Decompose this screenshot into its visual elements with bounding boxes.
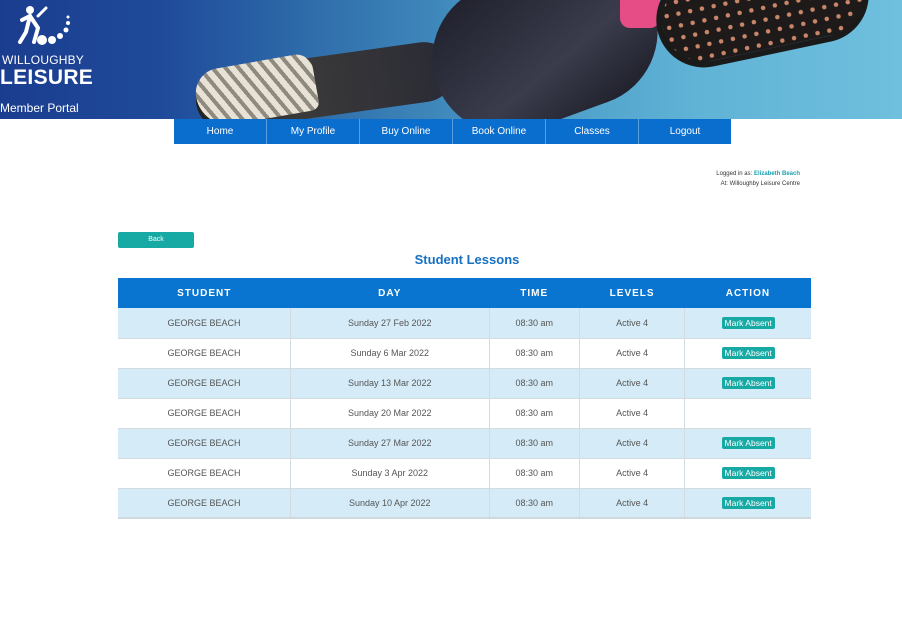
login-info: Logged in as: Elizabeth Beach At: Willou… — [716, 169, 800, 189]
mark-absent-button[interactable]: Mark Absent — [721, 467, 775, 479]
cell-day: Sunday 10 Apr 2022 — [290, 488, 490, 519]
nav-book-online[interactable]: Book Online — [453, 119, 546, 144]
mark-absent-button[interactable]: Mark Absent — [721, 316, 775, 329]
cell-student: GEORGE BEACH — [118, 368, 292, 399]
cell-level: Active 4 — [579, 458, 686, 489]
lessons-table: STUDENT DAY TIME LEVELS ACTION GEORGE BE… — [118, 278, 811, 519]
table-row: GEORGE BEACH Sunday 10 Apr 2022 08:30 am… — [118, 488, 811, 519]
brand-top-text: WILLOUGHBY — [2, 53, 85, 67]
login-location: At: Willoughby Leisure Centre — [720, 181, 800, 187]
header-banner: WILLOUGHBY LEISURE Member Portal — [0, 0, 902, 119]
nav-buy-online[interactable]: Buy Online — [360, 119, 453, 144]
cell-time: 08:30 am — [489, 488, 580, 519]
table-row: GEORGE BEACH Sunday 3 Apr 2022 08:30 am … — [118, 458, 811, 489]
column-header-time: TIME — [489, 278, 580, 308]
table-row: GEORGE BEACH Sunday 13 Mar 2022 08:30 am… — [118, 368, 811, 399]
cell-action: Mark Absent — [684, 458, 811, 489]
table-row: GEORGE BEACH Sunday 27 Feb 2022 08:30 am… — [118, 308, 811, 339]
cell-action: Mark Absent — [684, 308, 811, 339]
column-header-levels: LEVELS — [579, 278, 685, 308]
cell-action: Mark Absent — [684, 428, 811, 459]
nav-my-profile[interactable]: My Profile — [267, 119, 360, 144]
willoughby-leisure-logo[interactable]: WILLOUGHBY LEISURE Member Portal — [0, 0, 94, 119]
cell-time: 08:30 am — [489, 398, 580, 429]
cell-student: GEORGE BEACH — [118, 398, 292, 429]
cell-day: Sunday 3 Apr 2022 — [290, 458, 490, 489]
column-header-student: STUDENT — [118, 278, 291, 308]
table-header-row: STUDENT DAY TIME LEVELS ACTION — [118, 278, 811, 308]
cell-level: Active 4 — [579, 428, 686, 459]
cell-student: GEORGE BEACH — [118, 458, 292, 489]
cell-action: Mark Absent — [684, 338, 811, 369]
mark-absent-button[interactable]: Mark Absent — [721, 437, 775, 449]
cell-level: Active 4 — [579, 398, 686, 429]
nav-logout[interactable]: Logout — [639, 119, 731, 144]
main-nav: Home My Profile Buy Online Book Online C… — [174, 119, 731, 144]
cell-day: Sunday 27 Feb 2022 — [290, 308, 490, 339]
cell-level: Active 4 — [579, 488, 686, 519]
mark-absent-button[interactable]: Mark Absent — [721, 377, 775, 389]
cell-action: Mark Absent — [684, 488, 811, 519]
nav-home[interactable]: Home — [174, 119, 267, 144]
mark-absent-button[interactable]: Mark Absent — [721, 496, 775, 509]
table-row: GEORGE BEACH Sunday 27 Mar 2022 08:30 am… — [118, 428, 811, 459]
column-header-day: DAY — [290, 278, 490, 308]
back-button[interactable]: Back — [118, 232, 194, 248]
cell-student: GEORGE BEACH — [118, 338, 292, 369]
table-row: GEORGE BEACH Sunday 6 Mar 2022 08:30 am … — [118, 338, 811, 369]
logo-figures-icon — [18, 6, 70, 45]
cell-student: GEORGE BEACH — [118, 488, 292, 519]
page-title: Student Lessons — [414, 252, 520, 267]
cell-time: 08:30 am — [489, 338, 580, 369]
cell-action-empty — [684, 398, 811, 429]
cell-level: Active 4 — [579, 338, 686, 369]
cell-level: Active 4 — [579, 308, 686, 339]
column-header-action: ACTION — [684, 278, 811, 308]
cell-student: GEORGE BEACH — [118, 428, 292, 459]
banner-photo-shoe-sole — [647, 0, 878, 77]
portal-label: Member Portal — [0, 101, 79, 115]
cell-level: Active 4 — [579, 368, 686, 399]
mark-absent-button[interactable]: Mark Absent — [721, 347, 775, 359]
cell-time: 08:30 am — [489, 458, 580, 489]
cell-student: GEORGE BEACH — [118, 308, 292, 339]
brand-main-text: LEISURE — [0, 66, 94, 89]
table-row: GEORGE BEACH Sunday 20 Mar 2022 08:30 am… — [118, 398, 811, 429]
banner-photo-shoe — [191, 52, 321, 119]
cell-day: Sunday 6 Mar 2022 — [290, 338, 490, 369]
cell-time: 08:30 am — [489, 368, 580, 399]
cell-day: Sunday 27 Mar 2022 — [290, 428, 490, 459]
cell-time: 08:30 am — [489, 428, 580, 459]
cell-day: Sunday 13 Mar 2022 — [290, 368, 490, 399]
nav-classes[interactable]: Classes — [546, 119, 639, 144]
cell-day: Sunday 20 Mar 2022 — [290, 398, 490, 429]
login-prefix: Logged in as: — [716, 171, 753, 177]
login-user-name: Elizabeth Beach — [753, 171, 800, 177]
cell-time: 08:30 am — [489, 308, 580, 339]
banner-photo-sock — [620, 0, 660, 28]
cell-action: Mark Absent — [684, 368, 811, 399]
login-user-line: Logged in as: Elizabeth Beach — [716, 169, 800, 179]
